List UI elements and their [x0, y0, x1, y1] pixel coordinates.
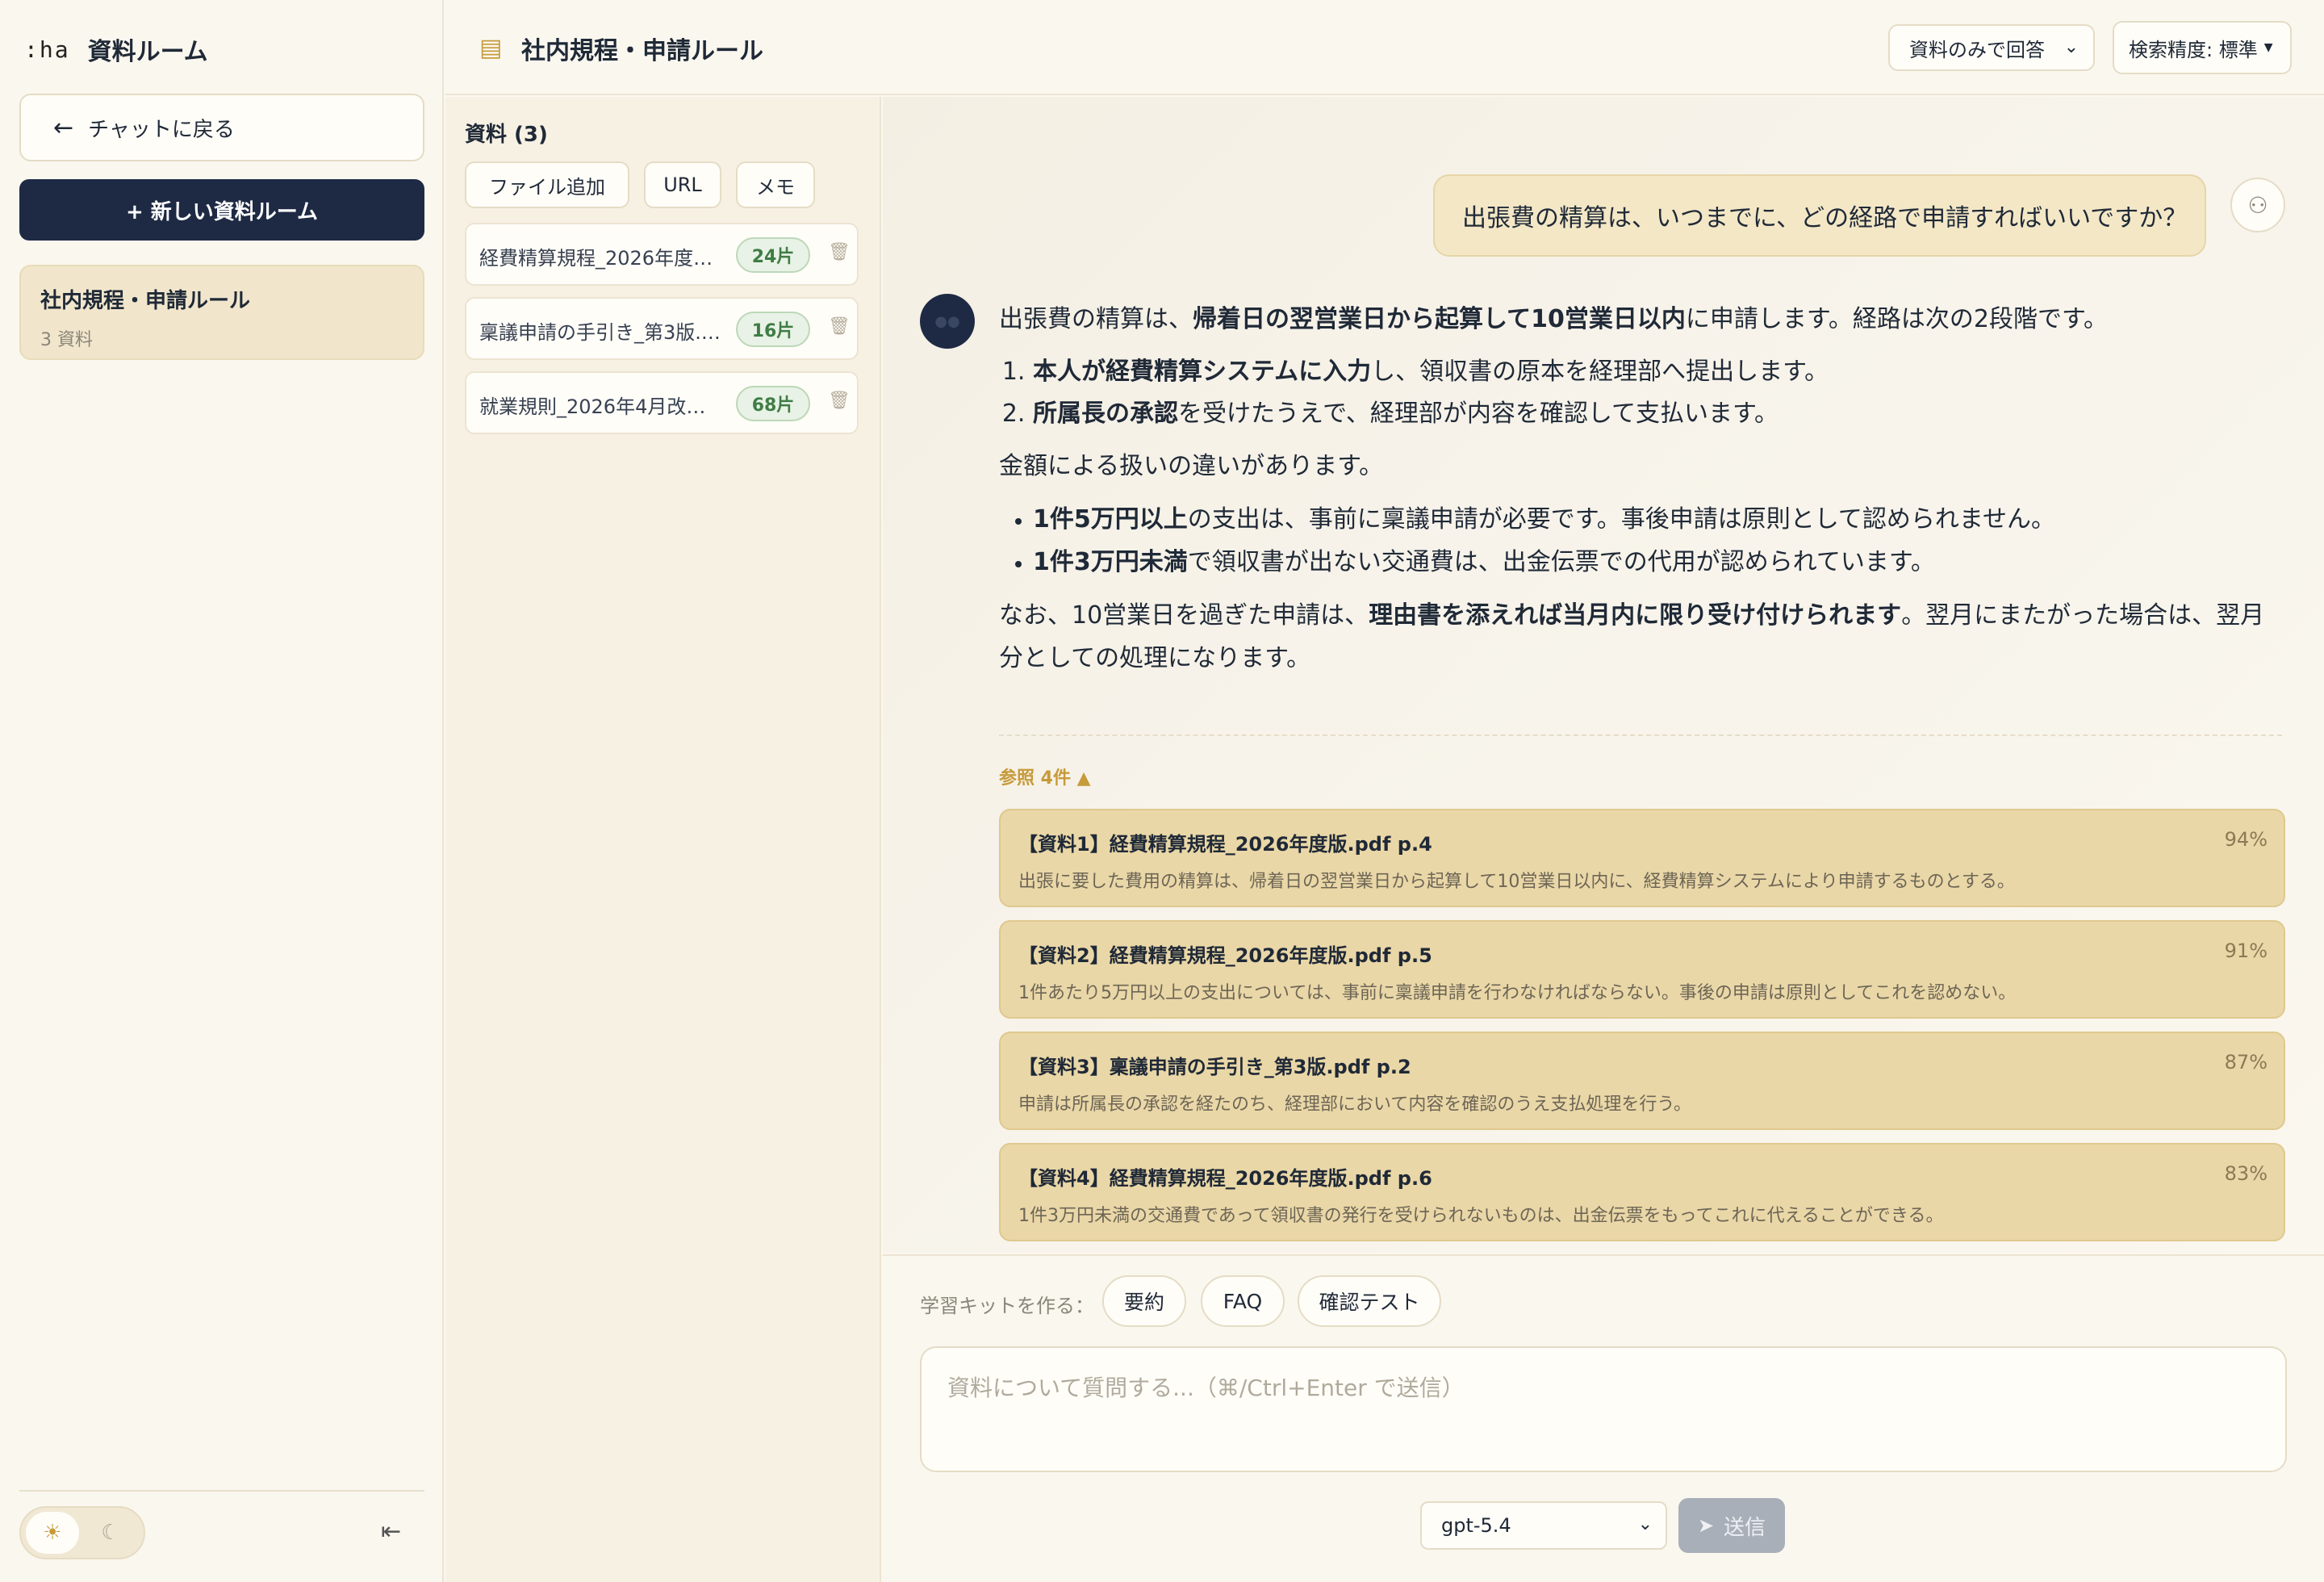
moon-icon[interactable]: ☾: [84, 1512, 137, 1554]
answer-text: の支出は、事前に稟議申請が必要です。事後申請は原則として認められません。: [1187, 505, 2055, 534]
document-name: 就業規則_2026年4月改定.pdf: [479, 396, 721, 418]
document-item[interactable]: 経費精算規程_2026年度版.pdf 24片 🗑: [465, 223, 859, 286]
documents-panel: 資料 (3) ファイル追加 URL メモ 経費精算規程_2026年度版.pdf …: [445, 97, 881, 1582]
reference-snippet: 1件3万円未満の交通費であって領収書の発行を受けられないものは、出金伝票をもって…: [1018, 1206, 1944, 1226]
answer-paragraph: なお、10営業日を過ぎた申請は、理由書を添えれば当月内に限り受け付けられます。翌…: [999, 595, 2282, 680]
header: ▤ 社内規程・申請ルール 資料のみで回答 ⌄ 検索精度: 標準 ▼: [445, 0, 2324, 95]
answer-text: なお、10営業日を過ぎた申請は、: [999, 601, 1369, 630]
model-value: gpt-5.4: [1441, 1514, 1511, 1537]
reference-score: 87%: [2224, 1051, 2268, 1074]
document-item[interactable]: 稟議申請の手引き_第3版.pdf 16片 🗑: [465, 297, 859, 360]
user-icon: ⚇: [2230, 178, 2285, 232]
reference-title: 【資料2】経費精算規程_2026年度版.pdf p.5: [1018, 944, 1432, 967]
answer-emphasis: 1件5万円以上: [1033, 505, 1188, 534]
reference-card[interactable]: 【資料1】経費精算規程_2026年度版.pdf p.4 94% 出張に要した費用…: [999, 809, 2285, 907]
study-kit-label: 学習キットを作る：: [920, 1295, 1094, 1317]
model-select[interactable]: gpt-5.4 ⌄: [1420, 1501, 1667, 1550]
answer-emphasis: 本人が経費精算システムに入力: [1033, 357, 1372, 386]
room-item[interactable]: 社内規程・申請ルール 3 資料: [19, 265, 424, 360]
answer-text: に申請します。経路は次の2段階です。: [1685, 305, 2108, 333]
add-memo-button[interactable]: メモ: [736, 161, 815, 208]
back-to-chat-label: チャットに戻る: [88, 117, 235, 142]
add-url-button[interactable]: URL: [644, 161, 721, 208]
chat-area: 出張費の精算は、いつまでに、どの経路で申請すればいいですか？ ⚇ ●● 出張費の…: [883, 97, 2324, 1253]
chevron-down-icon: ▼: [2263, 41, 2273, 54]
reference-title: 【資料3】稟議申請の手引き_第3版.pdf p.2: [1018, 1056, 1411, 1078]
composer: 学習キットを作る： 要約 FAQ 確認テスト gpt-5.4 ⌄ ➤ 送信: [883, 1254, 2324, 1582]
reference-card[interactable]: 【資料4】経費精算規程_2026年度版.pdf p.6 83% 1件3万円未満の…: [999, 1143, 2285, 1241]
answer-text: を受けたうえで、経理部が内容を確認して支払います。: [1178, 400, 1779, 428]
answer-emphasis: 理由書を添えれば当月内に限り受け付けられます: [1369, 601, 1902, 630]
answer-divider: [999, 734, 2282, 736]
arrow-left-icon: ←: [53, 113, 74, 142]
room-doc-count: 3 資料: [40, 330, 93, 350]
send-icon: ➤: [1697, 1514, 1715, 1537]
reference-snippet: 出張に要した費用の精算は、帰着日の翌営業日から起算して10営業日以内に、経費精算…: [1018, 872, 2015, 892]
sidebar-divider: [19, 1490, 424, 1492]
page-title: 社内規程・申請ルール: [521, 37, 763, 65]
answer-emphasis: 帰着日の翌営業日から起算して10営業日以内: [1193, 305, 1686, 333]
document-name: 経費精算規程_2026年度版.pdf: [479, 247, 721, 270]
reference-snippet: 1件あたり5万円以上の支出については、事前に稟議申請を行わなければならない。事後…: [1018, 983, 2017, 1003]
answer-mode-select[interactable]: 資料のみで回答 ⌄: [1888, 24, 2095, 71]
answer-text: 出張費の精算は、: [999, 305, 1193, 333]
chevron-down-icon: ⌄: [1637, 1514, 1653, 1534]
back-to-chat-button[interactable]: ← チャットに戻る: [19, 94, 424, 161]
reference-title: 【資料1】経費精算規程_2026年度版.pdf p.4: [1018, 833, 1432, 856]
documents-title: 資料 (3): [465, 123, 548, 147]
kit-faq-button[interactable]: FAQ: [1201, 1275, 1285, 1327]
assistant-answer: 出張費の精算は、帰着日の翌営業日から起算して10営業日以内に申請します。経路は次…: [999, 299, 2282, 680]
chevron-down-icon: ⌄: [2063, 37, 2079, 57]
kit-quiz-button[interactable]: 確認テスト: [1298, 1275, 1441, 1327]
answer-bullet: 1件5万円以上の支出は、事前に稟議申請が必要です。事後申請は原則として認められま…: [1033, 499, 2282, 542]
document-name: 稟議申請の手引き_第3版.pdf: [479, 321, 721, 344]
chunk-count-badge: 16片: [736, 312, 810, 347]
reference-score: 91%: [2224, 940, 2268, 962]
answer-emphasis: 所属長の承認: [1033, 400, 1178, 428]
trash-icon[interactable]: 🗑: [828, 391, 851, 411]
sidebar: :ha 資料ルーム ← チャットに戻る + 新しい資料ルーム 社内規程・申請ルー…: [0, 0, 444, 1582]
brand-logo: :ha: [24, 36, 70, 63]
sun-icon[interactable]: ☀: [26, 1512, 79, 1554]
document-icon: ▤: [479, 34, 503, 62]
send-label: 送信: [1724, 1515, 1766, 1540]
chunk-count-badge: 24片: [736, 237, 810, 273]
answer-paragraph: 金額による扱いの違いがあります。: [999, 451, 1384, 480]
logout-icon[interactable]: ⇤: [381, 1517, 401, 1546]
answer-mode-value: 資料のみで回答: [1909, 38, 2045, 61]
answer-bullets: 1件5万円以上の支出は、事前に稟議申請が必要です。事後申請は原則として認められま…: [999, 499, 2282, 584]
document-item[interactable]: 就業規則_2026年4月改定.pdf 68片 🗑: [465, 371, 859, 434]
kit-summary-button[interactable]: 要約: [1102, 1275, 1186, 1327]
answer-text: で領収書が出ない交通費は、出金伝票での代用が認められています。: [1187, 547, 1935, 576]
answer-text: し、領収書の原本を経理部へ提出します。: [1371, 357, 1829, 386]
trash-icon[interactable]: 🗑: [828, 316, 851, 337]
question-input[interactable]: [920, 1346, 2287, 1472]
brand: :ha 資料ルーム: [24, 29, 208, 69]
bot-icon: ●●: [920, 294, 975, 349]
answer-steps: 本人が経費精算システムに入力し、領収書の原本を経理部へ提出します。 所属長の承認…: [999, 351, 2282, 436]
chunk-count-badge: 68片: [736, 386, 810, 421]
trash-icon[interactable]: 🗑: [828, 242, 851, 262]
send-button[interactable]: ➤ 送信: [1678, 1498, 1785, 1553]
reference-score: 94%: [2224, 828, 2268, 851]
search-precision-select[interactable]: 検索精度: 標準 ▼: [2113, 21, 2292, 74]
add-file-button[interactable]: ファイル追加: [465, 161, 629, 208]
answer-emphasis: 1件3万円未満: [1033, 547, 1188, 576]
reference-card[interactable]: 【資料2】経費精算規程_2026年度版.pdf p.5 91% 1件あたり5万円…: [999, 920, 2285, 1019]
user-message: 出張費の精算は、いつまでに、どの経路で申請すればいいですか？: [1433, 174, 2206, 257]
reference-snippet: 申請は所属長の承認を経たのち、経理部において内容を確認のうえ支払処理を行う。: [1018, 1094, 1692, 1115]
answer-paragraph: 出張費の精算は、帰着日の翌営業日から起算して10営業日以内に申請します。経路は次…: [999, 299, 2282, 341]
references-toggle[interactable]: 参照 4件 ▲: [999, 764, 1091, 789]
theme-toggle: ☀ ☾: [19, 1506, 145, 1559]
reference-title: 【資料4】経費精算規程_2026年度版.pdf p.6: [1018, 1167, 1432, 1190]
search-precision-value: 検索精度: 標準: [2129, 38, 2258, 61]
room-name: 社内規程・申請ルール: [40, 289, 251, 313]
reference-score: 83%: [2224, 1162, 2268, 1185]
reference-card[interactable]: 【資料3】稟議申請の手引き_第3版.pdf p.2 87% 申請は所属長の承認を…: [999, 1032, 2285, 1130]
new-room-button[interactable]: + 新しい資料ルーム: [19, 179, 424, 241]
answer-bullet: 1件3万円未満で領収書が出ない交通費は、出金伝票での代用が認められています。: [1033, 542, 2282, 584]
answer-step: 本人が経費精算システムに入力し、領収書の原本を経理部へ提出します。: [1033, 351, 2282, 394]
answer-step: 所属長の承認を受けたうえで、経理部が内容を確認して支払います。: [1033, 393, 2282, 436]
brand-title: 資料ルーム: [87, 38, 208, 66]
